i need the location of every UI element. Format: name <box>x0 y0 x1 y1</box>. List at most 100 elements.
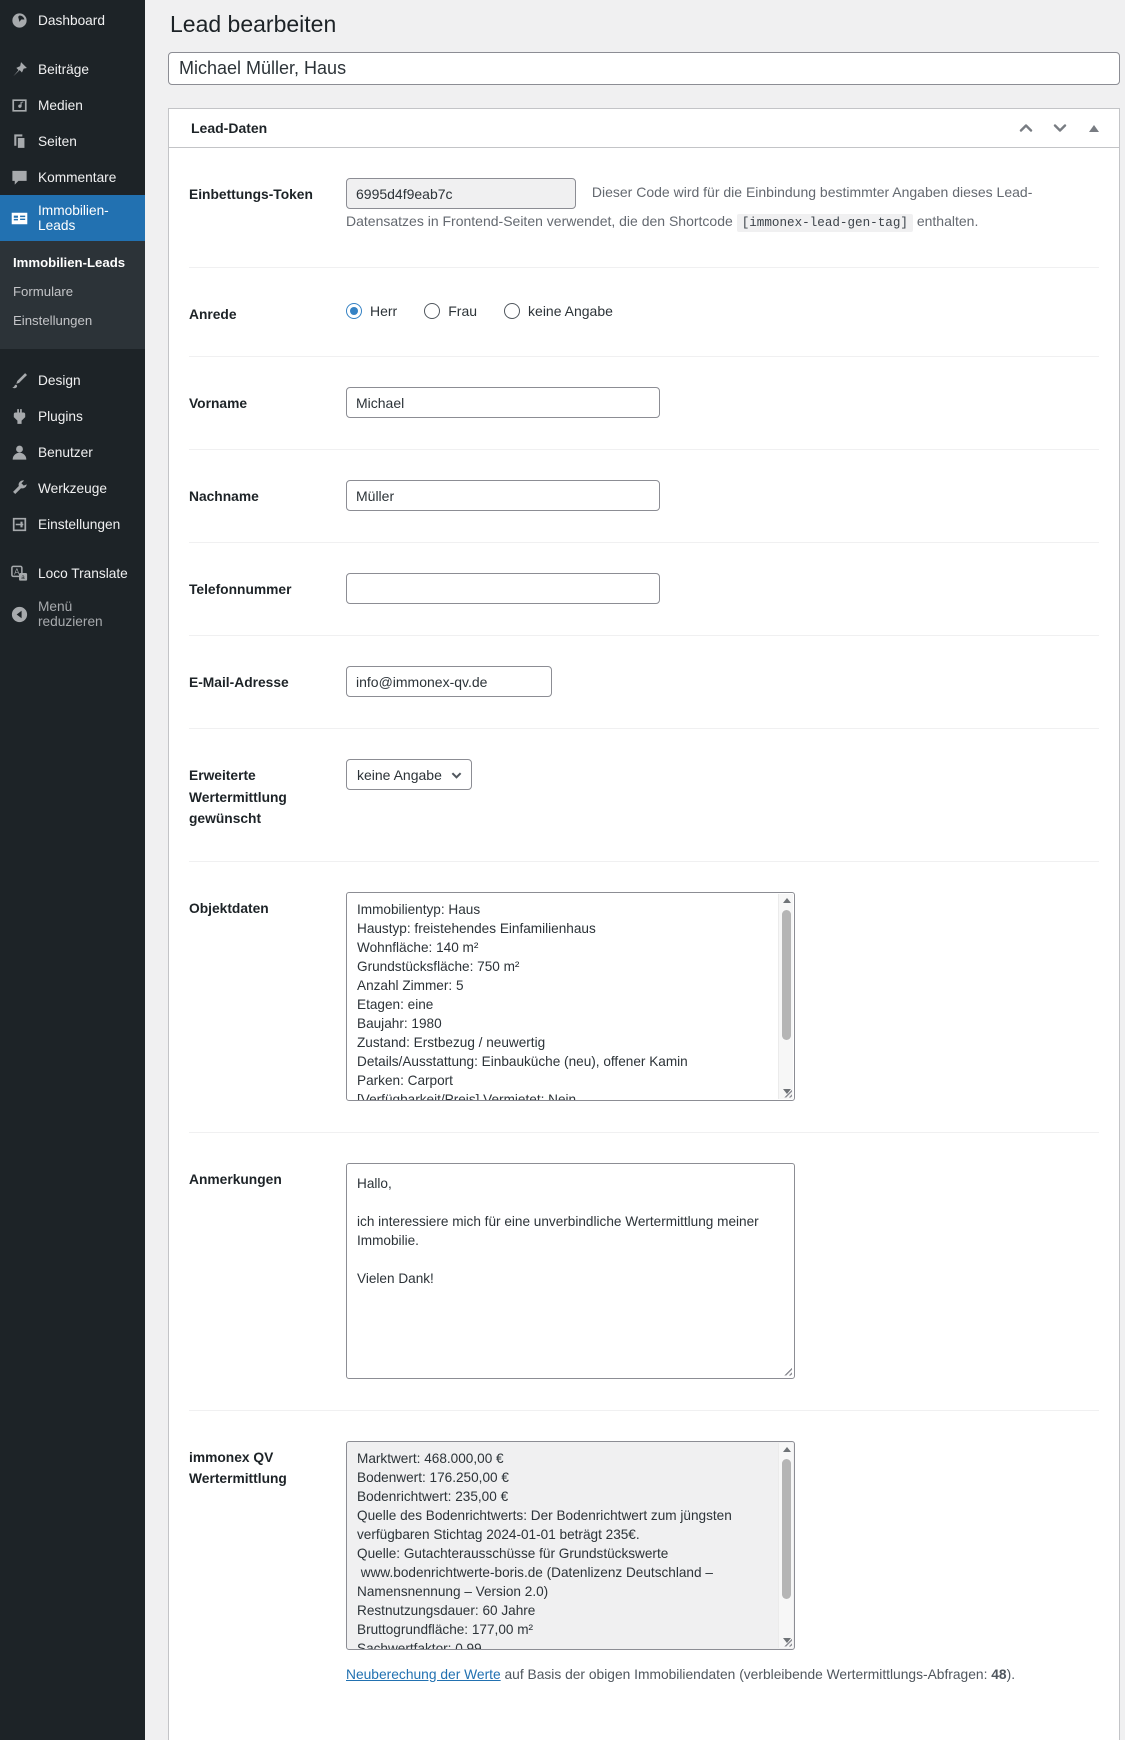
token-input[interactable] <box>346 178 576 209</box>
anrede-label: Anrede <box>189 307 237 322</box>
postbox-title: Lead-Daten <box>191 120 268 136</box>
erweiterte-wertermittlung-select[interactable]: keine Angabe <box>346 759 472 791</box>
radio-herr[interactable] <box>346 303 362 319</box>
user-icon <box>9 442 29 462</box>
triangle-up-icon <box>1089 124 1099 132</box>
recalc-line: Neuberechung der Werte auf Basis der obi… <box>346 1667 1099 1682</box>
scroll-up-icon[interactable] <box>779 1443 794 1457</box>
sliders-icon <box>9 514 29 534</box>
form-row-anmerkungen: Anmerkungen Hallo, ich interessiere mich… <box>189 1133 1099 1411</box>
objektdaten-textarea[interactable]: Immobilientyp: Haus Haustyp: freistehend… <box>346 891 795 1101</box>
objektdaten-text: Immobilientyp: Haus Haustyp: freistehend… <box>357 901 688 1100</box>
main-content: Lead bearbeiten Lead-Daten Einbettungs-T… <box>145 0 1125 1740</box>
form-row-objektdaten: Objektdaten Immobilientyp: Haus Haustyp:… <box>189 862 1099 1133</box>
wrench-icon <box>9 478 29 498</box>
objektdaten-label: Objektdaten <box>189 900 269 916</box>
move-up-button[interactable] <box>1015 119 1037 137</box>
qv-text: Marktwert: 468.000,00 € Bodenwert: 176.2… <box>357 1450 732 1649</box>
sidebar-item-label: Seiten <box>38 133 77 149</box>
sidebar-item-label: Werkzeuge <box>38 480 107 496</box>
recalc-count: 48 <box>991 1666 1007 1682</box>
objektdaten-scrollbar[interactable] <box>778 893 794 1099</box>
sidebar-item-label: Medien <box>38 97 83 113</box>
sidebar-item-loco-translate[interactable]: Aa Loco Translate <box>0 555 145 591</box>
token-description-end: enthalten. <box>916 213 979 229</box>
recalc-text: auf Basis der obigen Immobiliendaten (ve… <box>500 1666 992 1682</box>
nachname-label: Nachname <box>189 489 259 505</box>
chevron-down-icon <box>451 768 462 781</box>
brush-icon <box>9 370 29 390</box>
sidebar-item-label: Beiträge <box>38 61 89 77</box>
admin-sidebar: Dashboard Beiträge Medien Seiten Komment… <box>0 0 145 1740</box>
dashboard-icon <box>9 10 29 30</box>
radio-label: Herr <box>370 303 398 319</box>
sidebar-item-kommentare[interactable]: Kommentare <box>0 159 145 195</box>
form-row-qv-wertermittlung: immonex QV Wertermittlung Marktwert: 468… <box>189 1411 1099 1713</box>
recalc-suffix: ). <box>1006 1666 1016 1682</box>
radio-option-keine-angabe[interactable]: keine Angabe <box>504 303 613 319</box>
scrollbar-thumb[interactable] <box>781 909 791 1040</box>
form-row-telefon: Telefonnummer <box>189 543 1099 637</box>
sidebar-item-werkzeuge[interactable]: Werkzeuge <box>0 470 145 506</box>
sidebar-item-label: Immobilien-Leads <box>38 203 109 233</box>
vorname-label: Vorname <box>189 396 248 412</box>
sidebar-item-label: Einstellungen <box>38 516 121 532</box>
sidebar-item-benutzer[interactable]: Benutzer <box>0 434 145 470</box>
form-row-anrede: Anrede Herr Frau keine Angabe <box>189 268 1099 358</box>
sidebar-item-label: Plugins <box>38 408 83 424</box>
radio-label: keine Angabe <box>528 303 613 319</box>
form-row-token: Einbettungs-Token Dieser Code wird für d… <box>189 148 1099 268</box>
telefon-input[interactable] <box>346 573 660 605</box>
move-down-button[interactable] <box>1049 119 1071 137</box>
id-card-icon <box>9 208 29 228</box>
radio-option-herr[interactable]: Herr <box>346 303 397 319</box>
sidebar-item-einstellungen[interactable]: Einstellungen <box>0 506 145 542</box>
sidebar-item-medien[interactable]: Medien <box>0 87 145 123</box>
scroll-up-icon[interactable] <box>779 894 794 908</box>
lead-title-input[interactable] <box>168 52 1120 85</box>
collapse-menu-button[interactable]: Menü reduzieren <box>0 591 145 637</box>
comment-icon <box>9 167 29 187</box>
anmerkungen-textarea[interactable]: Hallo, ich interessiere mich für eine un… <box>346 1162 795 1379</box>
submenu-item-formulare[interactable]: Formulare <box>0 277 145 306</box>
form-row-erweiterte-wertermittlung: Erweiterte Wertermittlung gewünscht kein… <box>189 729 1099 862</box>
pin-icon <box>9 59 29 79</box>
collapse-toggle-button[interactable] <box>1083 119 1105 137</box>
postbox-handles <box>1015 119 1105 137</box>
vorname-input[interactable] <box>346 387 660 419</box>
sidebar-item-immobilien-leads[interactable]: Immobilien-Leads <box>0 195 145 241</box>
anrede-radio-group: Herr Frau keine Angabe <box>346 298 1099 319</box>
pages-icon <box>9 131 29 151</box>
radio-option-frau[interactable]: Frau <box>424 303 477 319</box>
submenu-item-einstellungen[interactable]: Einstellungen <box>0 306 145 335</box>
nachname-input[interactable] <box>346 480 660 512</box>
lead-daten-postbox: Lead-Daten Einbettungs-Token Dieser Code… <box>168 108 1120 1740</box>
radio-frau[interactable] <box>424 303 441 319</box>
qv-scrollbar[interactable] <box>778 1442 794 1648</box>
qv-label: immonex QV Wertermittlung <box>189 1449 287 1486</box>
select-value: keine Angabe <box>357 766 442 783</box>
page-title: Lead bearbeiten <box>170 11 337 37</box>
collapse-icon <box>9 604 29 624</box>
sidebar-item-label: Dashboard <box>38 12 105 28</box>
scrollbar-thumb[interactable] <box>781 1458 791 1599</box>
radio-label: Frau <box>448 303 478 319</box>
sidebar-item-label: Loco Translate <box>38 565 128 581</box>
sidebar-item-dashboard[interactable]: Dashboard <box>0 2 145 38</box>
radio-keine-angabe[interactable] <box>504 303 521 319</box>
erweiterte-label: Erweiterte Wertermittlung gewünscht <box>189 768 287 827</box>
email-input[interactable] <box>346 666 552 698</box>
immobilien-leads-submenu: Immobilien-Leads Formulare Einstellungen <box>0 241 145 349</box>
token-field: Dieser Code wird für die Einbindung best… <box>346 178 1099 236</box>
active-menu-arrow <box>137 210 153 226</box>
sidebar-item-beitraege[interactable]: Beiträge <box>0 51 145 87</box>
submenu-item-immobilien-leads[interactable]: Immobilien-Leads <box>0 248 145 277</box>
sidebar-item-label: Benutzer <box>38 444 93 460</box>
sidebar-item-seiten[interactable]: Seiten <box>0 123 145 159</box>
form-row-nachname: Nachname <box>189 450 1099 544</box>
recalc-link[interactable]: Neuberechung der Werte <box>346 1667 501 1682</box>
sidebar-item-plugins[interactable]: Plugins <box>0 398 145 434</box>
sidebar-item-design[interactable]: Design <box>0 362 145 398</box>
sidebar-item-label: Menü reduzieren <box>38 599 103 629</box>
qv-textarea[interactable]: Marktwert: 468.000,00 € Bodenwert: 176.2… <box>346 1440 795 1650</box>
